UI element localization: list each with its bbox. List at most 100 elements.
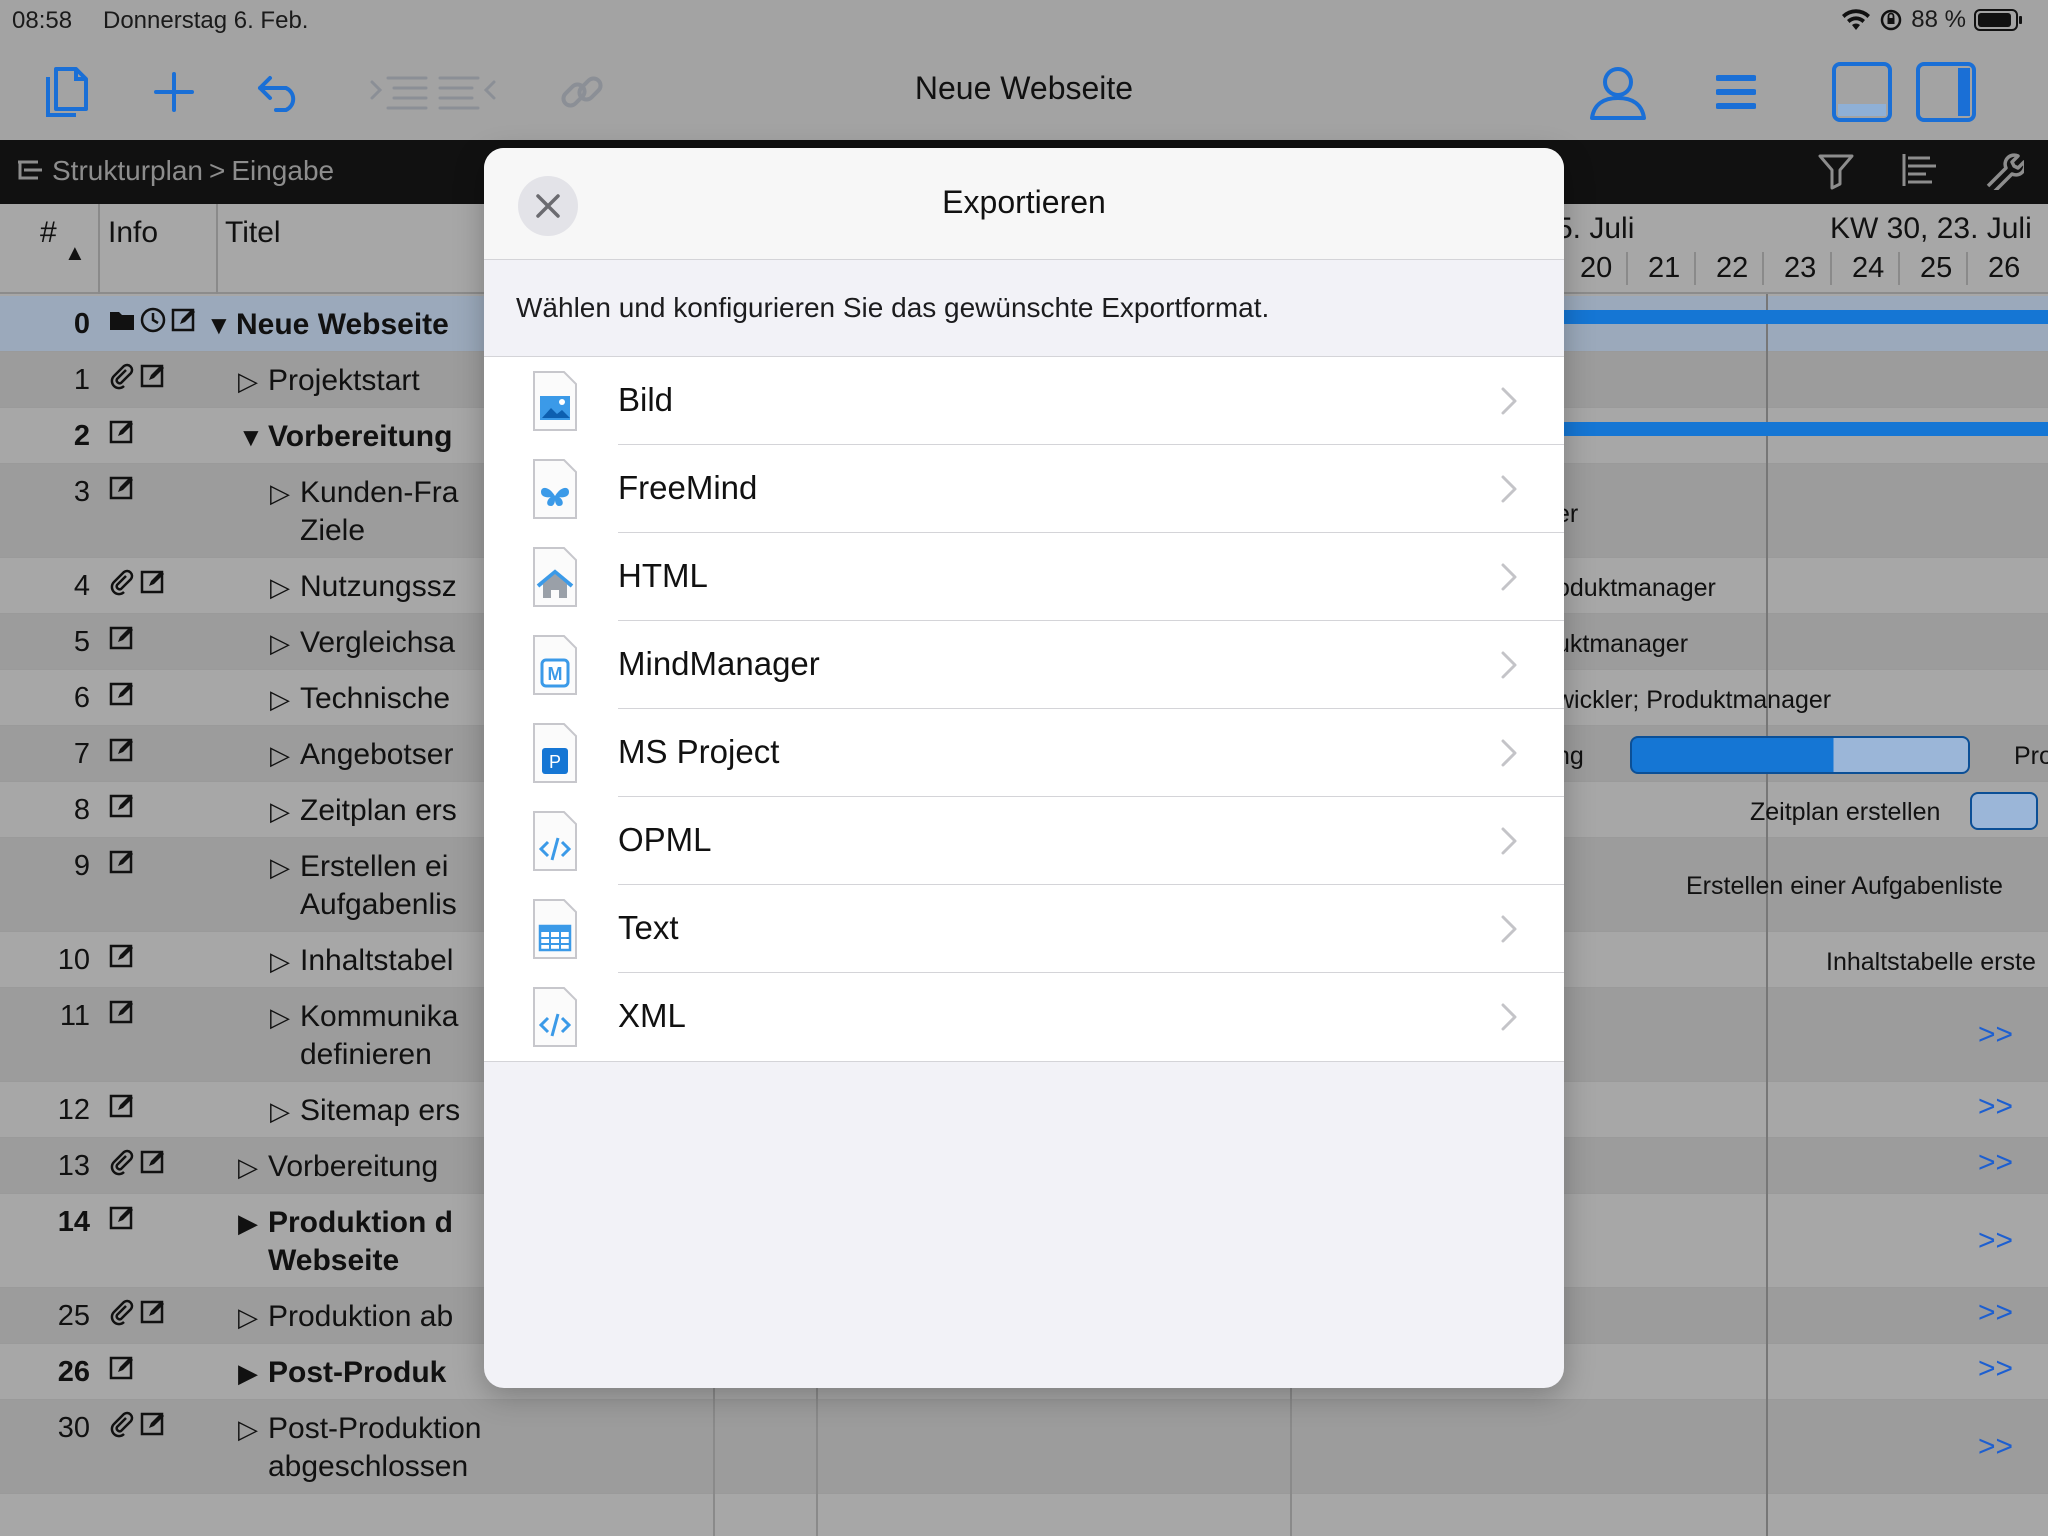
row-title[interactable]: Vergleichsa	[300, 624, 455, 662]
disclosure-toggle[interactable]: ▷	[270, 572, 290, 603]
row-number: 25	[57, 1300, 90, 1332]
disclosure-toggle[interactable]: ▷	[270, 1002, 290, 1033]
row-title[interactable]: Angebotser	[300, 736, 453, 774]
folder-icon	[110, 312, 134, 330]
disclosure-toggle[interactable]: ▷	[238, 1414, 258, 1445]
row-title[interactable]: Inhaltstabel	[300, 942, 453, 980]
export-option-opml[interactable]: OPML	[484, 797, 1564, 885]
disclosure-toggle[interactable]: ▷	[270, 946, 290, 977]
row-title[interactable]: Produktion d Webseite	[268, 1204, 453, 1280]
row-title[interactable]: Projektstart	[268, 362, 420, 400]
page-title: Neue Webseite	[914, 70, 1134, 106]
row-info-icons[interactable]	[108, 736, 136, 764]
more-indicator[interactable]: >>	[1978, 1352, 2013, 1386]
col-divider	[98, 204, 100, 294]
disclosure-toggle[interactable]: ▷	[270, 1096, 290, 1127]
row-info-icons[interactable]	[108, 1410, 167, 1438]
row-info-icons[interactable]	[108, 1354, 136, 1382]
summary-bar[interactable]	[1560, 422, 2048, 436]
disclosure-toggle[interactable]: ▷	[270, 852, 290, 883]
breadcrumb-root[interactable]: Strukturplan	[52, 155, 203, 187]
row-title[interactable]: Zeitplan ers	[300, 792, 457, 830]
more-indicator[interactable]: >>	[1978, 1146, 2013, 1180]
task-bar-7[interactable]	[1630, 736, 1970, 774]
col-header-title[interactable]: Titel	[225, 216, 281, 250]
gantt-style-icon[interactable]	[1900, 150, 1940, 190]
disclosure-toggle[interactable]: ▷	[270, 684, 290, 715]
row-info-icons[interactable]	[108, 306, 198, 334]
row-title[interactable]: Neue Webseite	[236, 306, 449, 344]
row-info-icons[interactable]	[108, 680, 136, 708]
status-right: 88 %	[1841, 6, 2024, 34]
sort-ascending-icon[interactable]: ▲	[64, 240, 86, 266]
row-info-icons[interactable]	[108, 942, 136, 970]
row-title[interactable]: Vorbereitung	[268, 1148, 438, 1186]
row-title[interactable]: Produktion ab	[268, 1298, 453, 1336]
view-tools	[1816, 150, 2024, 190]
export-option-xml[interactable]: XML	[484, 973, 1564, 1061]
row-title[interactable]: Kunden-Fra Ziele	[300, 474, 458, 550]
row-title[interactable]: Post-Produktion abgeschlossen	[268, 1410, 481, 1486]
disclosure-toggle[interactable]: ▷	[270, 628, 290, 659]
breadcrumb-separator: >	[208, 155, 226, 186]
battery-percent: 88 %	[1911, 6, 1966, 33]
more-indicator[interactable]: >>	[1978, 1090, 2013, 1124]
more-indicator[interactable]: >>	[1978, 1430, 2013, 1464]
export-option-freemind[interactable]: FreeMind	[484, 445, 1564, 533]
row-info-icons[interactable]	[108, 418, 136, 446]
disclosure-toggle[interactable]: ▷	[238, 366, 258, 397]
row-info-icons[interactable]	[108, 998, 136, 1026]
disclosure-toggle[interactable]: ▶	[238, 1358, 258, 1389]
more-indicator[interactable]: >>	[1978, 1018, 2013, 1052]
wrench-icon[interactable]	[1984, 150, 2024, 190]
row-info-icons[interactable]	[108, 568, 167, 596]
task-bar-8[interactable]	[1970, 792, 2038, 830]
export-dialog: Exportieren Wählen und konfigurieren Sie…	[484, 148, 1564, 1388]
row-title[interactable]: Nutzungssz	[300, 568, 457, 606]
disclosure-toggle[interactable]: ▷	[238, 1302, 258, 1333]
row-info-icons[interactable]	[108, 1204, 136, 1232]
resource-label: uktmanager	[1556, 630, 1689, 658]
disclosure-toggle[interactable]: ▼	[238, 422, 264, 453]
table-row[interactable]: 30 ▷ Post-Produktion abgeschlossen >>	[0, 1400, 2048, 1494]
disclosure-toggle[interactable]: ▼	[206, 310, 232, 341]
row-title[interactable]: Post-Produk	[268, 1354, 446, 1392]
row-info-icons[interactable]	[108, 474, 136, 502]
row-info-icons[interactable]	[108, 362, 167, 390]
disclosure-toggle[interactable]: ▷	[238, 1152, 258, 1183]
row-info-icons[interactable]	[108, 1298, 167, 1326]
row-info-icons[interactable]	[108, 792, 136, 820]
row-title[interactable]: Technische	[300, 680, 450, 718]
summary-bar[interactable]	[1560, 310, 2048, 324]
row-info-icons[interactable]	[108, 1092, 136, 1120]
note-icon	[109, 626, 133, 650]
filter-icon[interactable]	[1816, 150, 1856, 190]
export-option-text[interactable]: Text	[484, 885, 1564, 973]
resource-label: wickler; Produktmanager	[1556, 686, 1832, 714]
breadcrumb-current[interactable]: Eingabe	[231, 155, 334, 187]
row-info-icons[interactable]	[108, 848, 136, 876]
code-file-icon	[533, 987, 577, 1047]
disclosure-toggle[interactable]: ▷	[270, 796, 290, 827]
more-indicator[interactable]: >>	[1978, 1224, 2013, 1258]
row-number: 26	[57, 1356, 90, 1388]
col-header-number[interactable]: #	[40, 216, 57, 250]
row-info-icons[interactable]	[108, 1148, 167, 1176]
note-icon	[140, 1150, 164, 1174]
export-option-html[interactable]: HTML	[484, 533, 1564, 621]
paperclip-icon	[110, 1299, 134, 1326]
disclosure-toggle[interactable]: ▷	[270, 740, 290, 771]
disclosure-toggle[interactable]: ▷	[270, 478, 290, 509]
row-info-icons[interactable]	[108, 624, 136, 652]
note-icon	[109, 420, 133, 444]
col-header-info[interactable]: Info	[108, 216, 158, 250]
row-title[interactable]: Erstellen ei Aufgabenlis	[300, 848, 457, 924]
export-option-ms-project[interactable]: P MS Project	[484, 709, 1564, 797]
row-title[interactable]: Sitemap ers	[300, 1092, 460, 1130]
row-title[interactable]: Kommunika definieren	[300, 998, 458, 1074]
row-title[interactable]: Vorbereitung	[268, 418, 452, 456]
export-option-mindmanager[interactable]: M MindManager	[484, 621, 1564, 709]
export-option-bild[interactable]: Bild	[484, 357, 1564, 445]
disclosure-toggle[interactable]: ▶	[238, 1208, 258, 1239]
more-indicator[interactable]: >>	[1978, 1296, 2013, 1330]
